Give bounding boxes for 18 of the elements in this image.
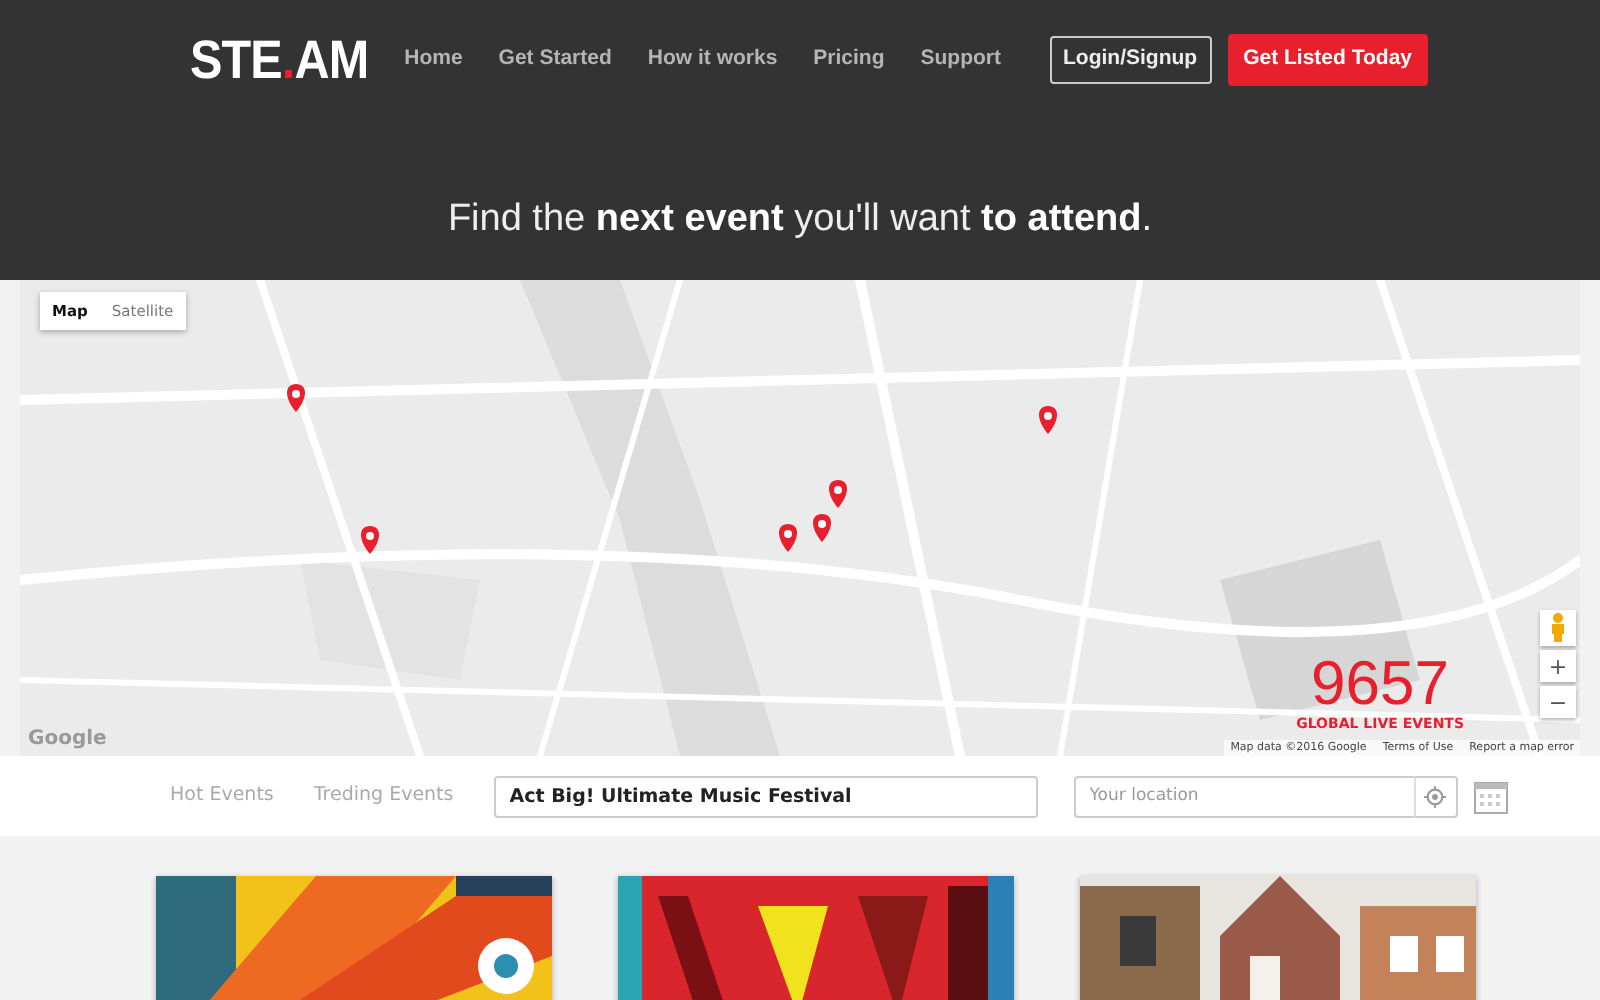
nav-link[interactable]: Home <box>404 44 463 76</box>
login-button[interactable]: Login/Signup <box>1049 36 1212 84</box>
zoom-button[interactable]: − <box>1540 686 1576 718</box>
headline: Find the next event you'll want to attend. <box>445 196 1155 244</box>
nav-link[interactable]: Support <box>920 44 1002 76</box>
nav-link[interactable]: How it works <box>647 44 778 76</box>
map-logo: Google <box>28 726 107 754</box>
zoom-button[interactable]: + <box>1540 650 1576 682</box>
person-icon[interactable] <box>1540 610 1576 646</box>
event-count: 9657 <box>1311 652 1450 714</box>
nav-link[interactable]: Pricing <box>813 44 885 76</box>
search-field[interactable]: Act Big! Ultimate Music Festival <box>493 775 1038 817</box>
location-field[interactable]: Your location <box>1073 775 1414 817</box>
nav-link[interactable]: Get Started <box>498 44 612 76</box>
calendar-icon[interactable] <box>1473 780 1508 815</box>
get-listed-button[interactable]: Get Listed Today <box>1227 34 1428 86</box>
locate-icon[interactable] <box>1424 785 1447 807</box>
logo[interactable]: STE.AM <box>190 19 369 101</box>
